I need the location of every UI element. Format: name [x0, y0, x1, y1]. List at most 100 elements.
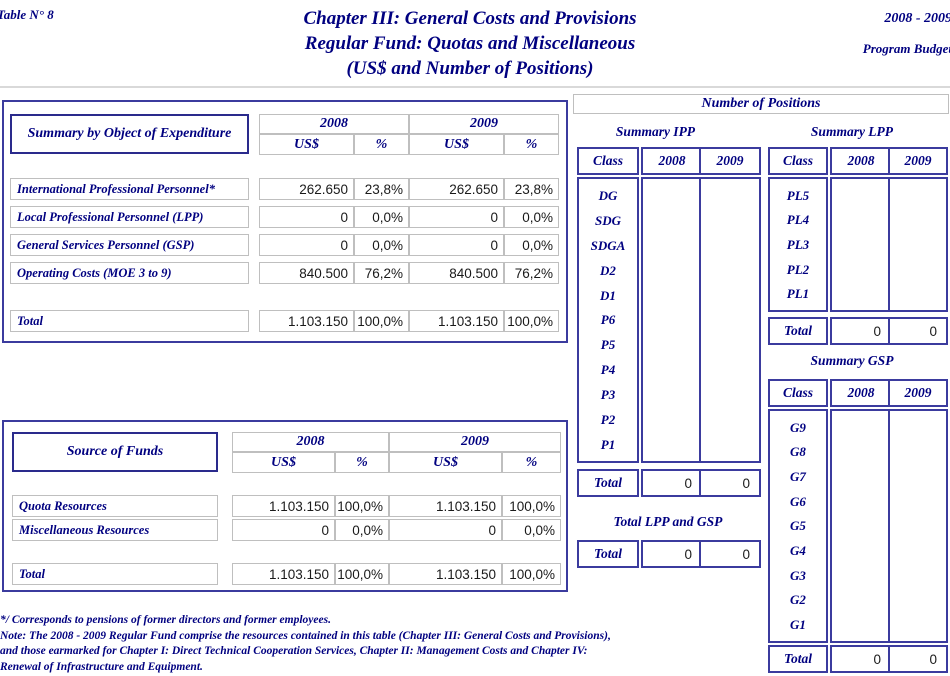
page-header: Table N° 8 Chapter III: General Costs an…	[0, 0, 950, 88]
summary-lpp-title: Summary LPP	[810, 124, 894, 139]
total-cell: 1.103.150	[389, 563, 502, 585]
table-cell: 1.103.150	[232, 495, 335, 517]
class-label: P4	[600, 362, 616, 378]
title-line-3: (US$ and Number of Positions)	[346, 58, 594, 79]
ipp-values-2008-column	[641, 177, 703, 463]
gsp-class-list: G9 G8 G7 G6 G5 G4 G3 G2 G1	[768, 409, 828, 643]
class-label: G9	[790, 419, 806, 435]
table-cell: 0	[389, 519, 502, 541]
table-cell: 0,0%	[504, 206, 559, 228]
table-cell: 840.500	[409, 262, 504, 284]
funds-year-header-2008: 2008	[232, 432, 389, 452]
expenditure-subheader-usd-2009: US$	[409, 134, 504, 155]
table-row: Miscellaneous Resources	[12, 519, 218, 541]
class-label: PL4	[786, 212, 810, 228]
table-row: Quota Resources	[12, 495, 218, 517]
class-label: P3	[600, 387, 616, 403]
header-meta: 2008 - 2009 Program Budget	[863, 4, 950, 64]
funds-subheader-pct-2009: %	[502, 452, 561, 473]
class-label: SDG	[594, 212, 621, 228]
budget-table-page: Table N° 8 Chapter III: General Costs an…	[0, 0, 950, 676]
expenditure-year-header-2009: 2009	[409, 114, 559, 134]
table-cell: 23,8%	[354, 178, 409, 200]
class-label: G1	[790, 617, 806, 633]
total-lpp-gsp-label: Total	[577, 540, 639, 568]
gsp-col-header-2009: 2009	[888, 379, 948, 407]
ipp-col-header-2009: 2009	[699, 147, 761, 175]
funds-year-header-2009: 2009	[389, 432, 561, 452]
title-line-1: Chapter III: General Costs and Provision…	[303, 8, 637, 29]
total-cell: 1.103.150	[259, 310, 354, 332]
summary-gsp-title: Summary GSP	[810, 353, 894, 368]
document-type: Program Budget	[862, 41, 950, 56]
class-label: SDGA	[590, 237, 626, 253]
gsp-values-2008-column	[830, 409, 892, 643]
class-label: PL2	[786, 261, 810, 277]
table-cell: 262.650	[409, 178, 504, 200]
table-cell: 0	[259, 234, 354, 256]
ipp-total-2008: 0	[641, 469, 703, 497]
expenditure-panel: Summary by Object of Expenditure 2008 20…	[2, 100, 568, 343]
total-cell: 100,0%	[335, 563, 389, 585]
total-row: Total	[12, 563, 218, 585]
funds-subheader-usd-2009: US$	[389, 452, 502, 473]
expenditure-subheader-pct-2008: %	[354, 134, 409, 155]
lpp-col-header-2008: 2008	[830, 147, 892, 175]
ipp-col-header-2008: 2008	[641, 147, 703, 175]
table-row: Local Professional Personnel (LPP)	[10, 206, 249, 228]
class-label: P2	[600, 412, 616, 428]
lpp-values-2008-column	[830, 177, 892, 312]
table-row: General Services Personnel (GSP)	[10, 234, 249, 256]
gsp-col-header-class: Class	[768, 379, 828, 407]
lpp-col-header-class: Class	[768, 147, 828, 175]
table-row: International Professional Personnel*	[10, 178, 249, 200]
total-cell: 100,0%	[502, 563, 561, 585]
footnote-note-line-1: Note: The 2008 - 2009 Regular Fund compr…	[0, 629, 611, 642]
summary-ipp-title: Summary IPP	[615, 124, 696, 139]
class-label: D2	[600, 262, 616, 278]
lpp-col-header-2009: 2009	[888, 147, 948, 175]
gsp-total-2009: 0	[888, 645, 948, 673]
table-cell: 840.500	[259, 262, 354, 284]
total-lpp-gsp-title: Total LPP and GSP	[613, 514, 723, 529]
total-row: Total	[10, 310, 249, 332]
class-label: DG	[598, 187, 618, 203]
class-label: PL5	[786, 187, 810, 203]
lpp-total-label: Total	[768, 317, 828, 345]
class-label: PL1	[786, 286, 810, 302]
class-label: G8	[790, 444, 806, 460]
class-label: G6	[790, 493, 806, 509]
number-of-positions-header: Number of Positions	[573, 94, 949, 114]
class-label: G5	[790, 518, 806, 534]
class-label: P1	[600, 437, 616, 453]
expenditure-subheader-usd-2008: US$	[259, 134, 354, 155]
table-cell: 0	[409, 206, 504, 228]
total-cell: 1.103.150	[232, 563, 335, 585]
gsp-total-2008: 0	[830, 645, 892, 673]
ipp-total-2009: 0	[699, 469, 761, 497]
ipp-class-list: DG SDG SDGA D2 D1 P6 P5 P4 P3 P2 P1	[577, 177, 639, 463]
class-label: D1	[600, 287, 616, 303]
total-cell: 1.103.150	[409, 310, 504, 332]
class-label: P6	[600, 312, 616, 328]
total-lpp-gsp-2008: 0	[641, 540, 703, 568]
class-label: P5	[600, 337, 616, 353]
table-row: Operating Costs (MOE 3 to 9)	[10, 262, 249, 284]
ipp-total-label: Total	[577, 469, 639, 497]
total-lpp-gsp-2009: 0	[699, 540, 761, 568]
table-number: Table N° 8	[0, 7, 54, 22]
table-cell: 76,2%	[504, 262, 559, 284]
table-cell: 76,2%	[354, 262, 409, 284]
ipp-col-header-class: Class	[577, 147, 639, 175]
class-label: G3	[790, 567, 806, 583]
class-label: G4	[790, 543, 806, 559]
total-cell: 100,0%	[354, 310, 409, 332]
budget-period: 2008 - 2009	[884, 11, 950, 26]
table-cell: 0,0%	[504, 234, 559, 256]
gsp-values-2009-column	[888, 409, 948, 643]
footnote-note-line-2: and those earmarked for Chapter I: Direc…	[0, 645, 588, 657]
funds-subheader-usd-2008: US$	[232, 452, 335, 473]
footnote-note-line-3: Renewal of Infrastructure and Equipment.	[0, 660, 203, 673]
funds-subheader-pct-2008: %	[335, 452, 389, 473]
table-cell: 1.103.150	[389, 495, 502, 517]
